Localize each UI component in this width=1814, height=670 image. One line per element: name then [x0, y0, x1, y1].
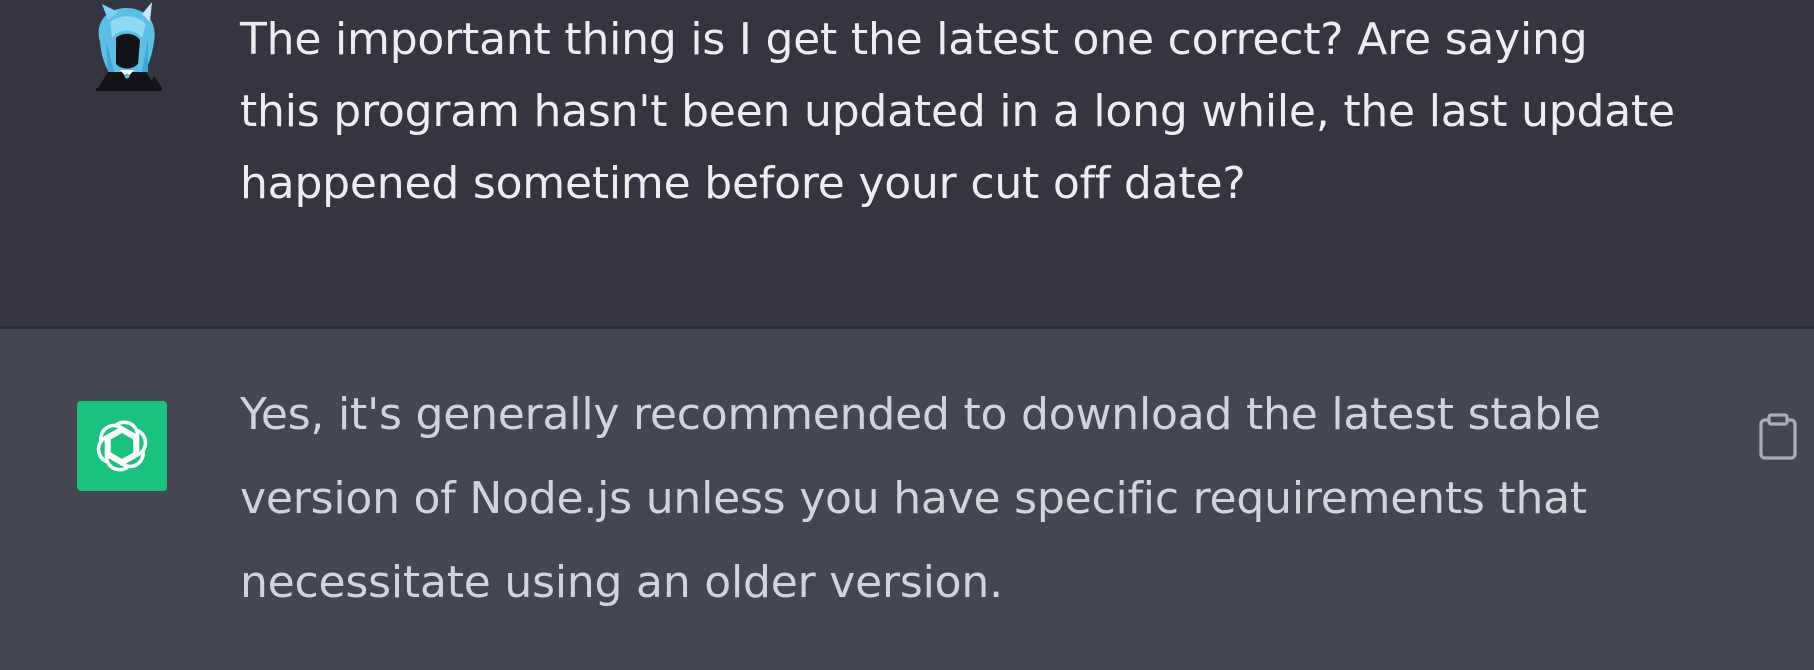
chat-thread: The important thing is I get the latest … [0, 0, 1814, 670]
clipboard-icon[interactable] [1758, 413, 1798, 461]
user-message: The important thing is I get the latest … [0, 0, 1814, 326]
openai-logo-icon [77, 401, 167, 491]
assistant-message: Yes, it's generally recommended to downl… [0, 329, 1814, 670]
assistant-message-text: Yes, it's generally recommended to downl… [240, 389, 1601, 608]
user-message-text: The important thing is I get the latest … [240, 14, 1675, 209]
anime-character-avatar-icon [86, 2, 168, 94]
